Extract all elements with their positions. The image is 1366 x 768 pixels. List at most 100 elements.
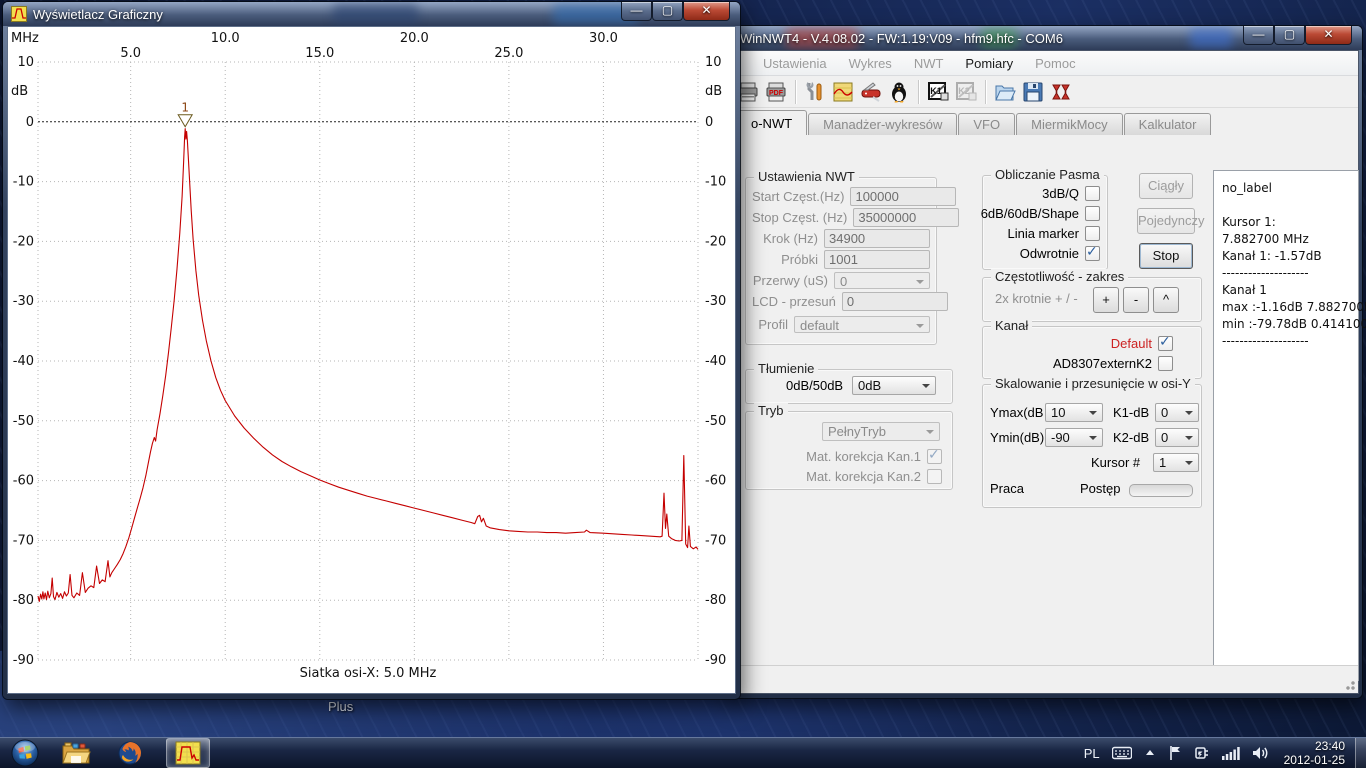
maximize-button[interactable]: ▢	[1274, 26, 1305, 45]
k1-channel-icon[interactable]: K1	[924, 79, 952, 105]
y-tick-label-right: -30	[705, 294, 726, 309]
odwrotnie-checkbox[interactable]	[1085, 246, 1100, 261]
x-axis-unit: MHz	[11, 31, 39, 46]
6db-60db-shape-checkbox[interactable]	[1085, 206, 1100, 221]
power-plug-icon[interactable]	[1194, 745, 1210, 761]
tab-bar: o-NWT Manadżer-wykresów VFO MiermikMocy …	[732, 109, 1358, 136]
disconnect-icon[interactable]	[1047, 79, 1075, 105]
k1-db-combo[interactable]: 0	[1155, 403, 1199, 422]
ymax-combo[interactable]: 10	[1045, 403, 1103, 422]
open-file-icon[interactable]	[991, 79, 1019, 105]
hidden-icons-chevron[interactable]	[1144, 748, 1156, 758]
y-tick-label-left: -30	[13, 294, 34, 309]
trace-Kanał 1	[38, 129, 698, 602]
action-center-flag-icon[interactable]	[1168, 745, 1182, 761]
y-tick-label-left: -20	[13, 234, 34, 249]
plot-titlebar[interactable]: Wyświetlacz Graficzny — ▢ ✕	[3, 2, 740, 26]
y-axis-unit-left: dB	[11, 84, 28, 99]
minimize-button[interactable]: —	[1243, 26, 1274, 45]
show-desktop-button[interactable]	[1355, 738, 1366, 768]
freq-range-plus-button[interactable]: +	[1093, 287, 1119, 313]
chevron-down-icon	[1185, 436, 1193, 440]
menu-pomiary[interactable]: Pomiary	[954, 56, 1024, 71]
taskbar-firefox-icon[interactable]	[110, 739, 150, 767]
close-button[interactable]: ✕	[683, 2, 730, 21]
freq-range-up-button[interactable]: ^	[1153, 287, 1179, 313]
tab-content: Ustawienia NWT Start Częst.(Hz)100000 St…	[732, 135, 1358, 665]
swiss-knife-icon[interactable]	[857, 79, 885, 105]
taskbar-clock[interactable]: 23:40 2012-01-25	[1284, 739, 1345, 767]
svg-text:K2: K2	[958, 86, 970, 96]
volume-icon[interactable]	[1252, 745, 1270, 761]
y-tick-label-left: -40	[13, 354, 34, 369]
x-tick-label: 5.0	[120, 46, 141, 61]
language-indicator[interactable]: PL	[1084, 746, 1100, 761]
sweep-chart-icon[interactable]	[829, 79, 857, 105]
step-field: 34900	[824, 229, 930, 248]
keyboard-icon[interactable]	[1112, 746, 1132, 760]
sweep-chart[interactable]: MHz5.010.015.020.025.030.0dBdB101000-10-…	[8, 27, 735, 693]
start-freq-field: 100000	[850, 187, 956, 206]
plot-window-icon	[11, 6, 27, 22]
clock-date: 2012-01-25	[1284, 753, 1345, 767]
profile-combo: default	[794, 316, 930, 333]
winnwt4-window: WinNWT4 - V.4.08.02 - FW:1.19:V09 - hfm9…	[728, 26, 1362, 698]
mat-korekcja-kan2-checkbox	[927, 469, 942, 484]
window-title: WinNWT4 - V.4.08.02 - FW:1.19:V09 - hfm9…	[740, 31, 1063, 46]
window-title: Wyświetlacz Graficzny	[33, 7, 163, 22]
cursor-marker-label: 1	[181, 101, 189, 115]
clock-time: 23:40	[1284, 739, 1345, 753]
mode-combo: PełnyTryb	[822, 422, 940, 441]
blurred-desktop-icon	[1190, 28, 1232, 48]
3db-q-checkbox[interactable]	[1085, 186, 1100, 201]
group-obliczanie-pasma: Obliczanie Pasma 3dB/Q 6dB/60dB/Shape Li…	[982, 175, 1108, 270]
tab-manadzer-wykresow[interactable]: Manadżer-wykresów	[808, 113, 957, 135]
cursor-marker[interactable]	[178, 115, 192, 127]
chevron-down-icon	[1089, 436, 1097, 440]
tab-kalkulator[interactable]: Kalkulator	[1124, 113, 1212, 135]
y-tick-label-right: -60	[705, 474, 726, 489]
attenuation-combo[interactable]: 0dB	[852, 376, 936, 395]
plot-client[interactable]: MHz5.010.015.020.025.030.0dBdB101000-10-…	[7, 26, 736, 694]
tab-vfo[interactable]: VFO	[958, 113, 1015, 135]
k2-db-combo[interactable]: 0	[1155, 428, 1199, 447]
group-kanal: Kanał Default AD8307externK2	[982, 326, 1202, 379]
taskbar: PL 23:40 2012-01-25	[0, 737, 1366, 768]
menu-ustawienia: Ustawienia	[752, 56, 838, 71]
x-tick-label: 10.0	[211, 31, 240, 46]
chevron-down-icon	[1185, 411, 1193, 415]
group-ustawienia-nwt: Ustawienia NWT Start Częst.(Hz)100000 St…	[745, 177, 937, 345]
chevron-down-icon	[916, 280, 924, 284]
maximize-button[interactable]: ▢	[652, 2, 683, 21]
taskbar-explorer-icon[interactable]	[56, 739, 96, 767]
taskbar-winnwt-button[interactable]	[166, 738, 210, 768]
minimize-button[interactable]: —	[621, 2, 652, 21]
winnwt4-titlebar[interactable]: WinNWT4 - V.4.08.02 - FW:1.19:V09 - hfm9…	[728, 26, 1362, 50]
chevron-down-icon	[1185, 461, 1193, 465]
save-file-icon[interactable]	[1019, 79, 1047, 105]
ymin-combo[interactable]: -90	[1045, 428, 1103, 447]
pdf-print-icon[interactable]: PDF	[762, 79, 790, 105]
ad8307-extern-k2-checkbox[interactable]	[1158, 356, 1173, 371]
start-button[interactable]	[8, 738, 42, 768]
k2-channel-icon[interactable]: K2	[952, 79, 980, 105]
y-tick-label-right: 10	[705, 55, 722, 70]
resize-grip[interactable]	[1343, 678, 1355, 690]
tab-nwt[interactable]: o-NWT	[736, 110, 807, 136]
tools-icon[interactable]	[801, 79, 829, 105]
y-tick-label-right: -10	[705, 175, 726, 190]
kursor-combo[interactable]: 1	[1153, 453, 1199, 472]
stop-button[interactable]: Stop	[1139, 243, 1193, 269]
menu-bar: Ustawienia Wykres NWT Pomiary Pomoc	[732, 51, 1358, 76]
y-tick-label-right: -90	[705, 653, 726, 668]
default-channel-checkbox[interactable]	[1158, 336, 1173, 351]
tab-miermikmocy[interactable]: MiermikMocy	[1016, 113, 1123, 135]
y-tick-label-right: -40	[705, 354, 726, 369]
winnwt4-client: Ustawienia Wykres NWT Pomiary Pomoc PDF	[731, 50, 1359, 694]
y-tick-label-right: -20	[705, 234, 726, 249]
freq-range-minus-button[interactable]: -	[1123, 287, 1149, 313]
close-button[interactable]: ✕	[1305, 26, 1352, 45]
penguin-icon[interactable]	[885, 79, 913, 105]
linia-marker-checkbox[interactable]	[1085, 226, 1100, 241]
network-signal-icon[interactable]	[1222, 746, 1240, 760]
